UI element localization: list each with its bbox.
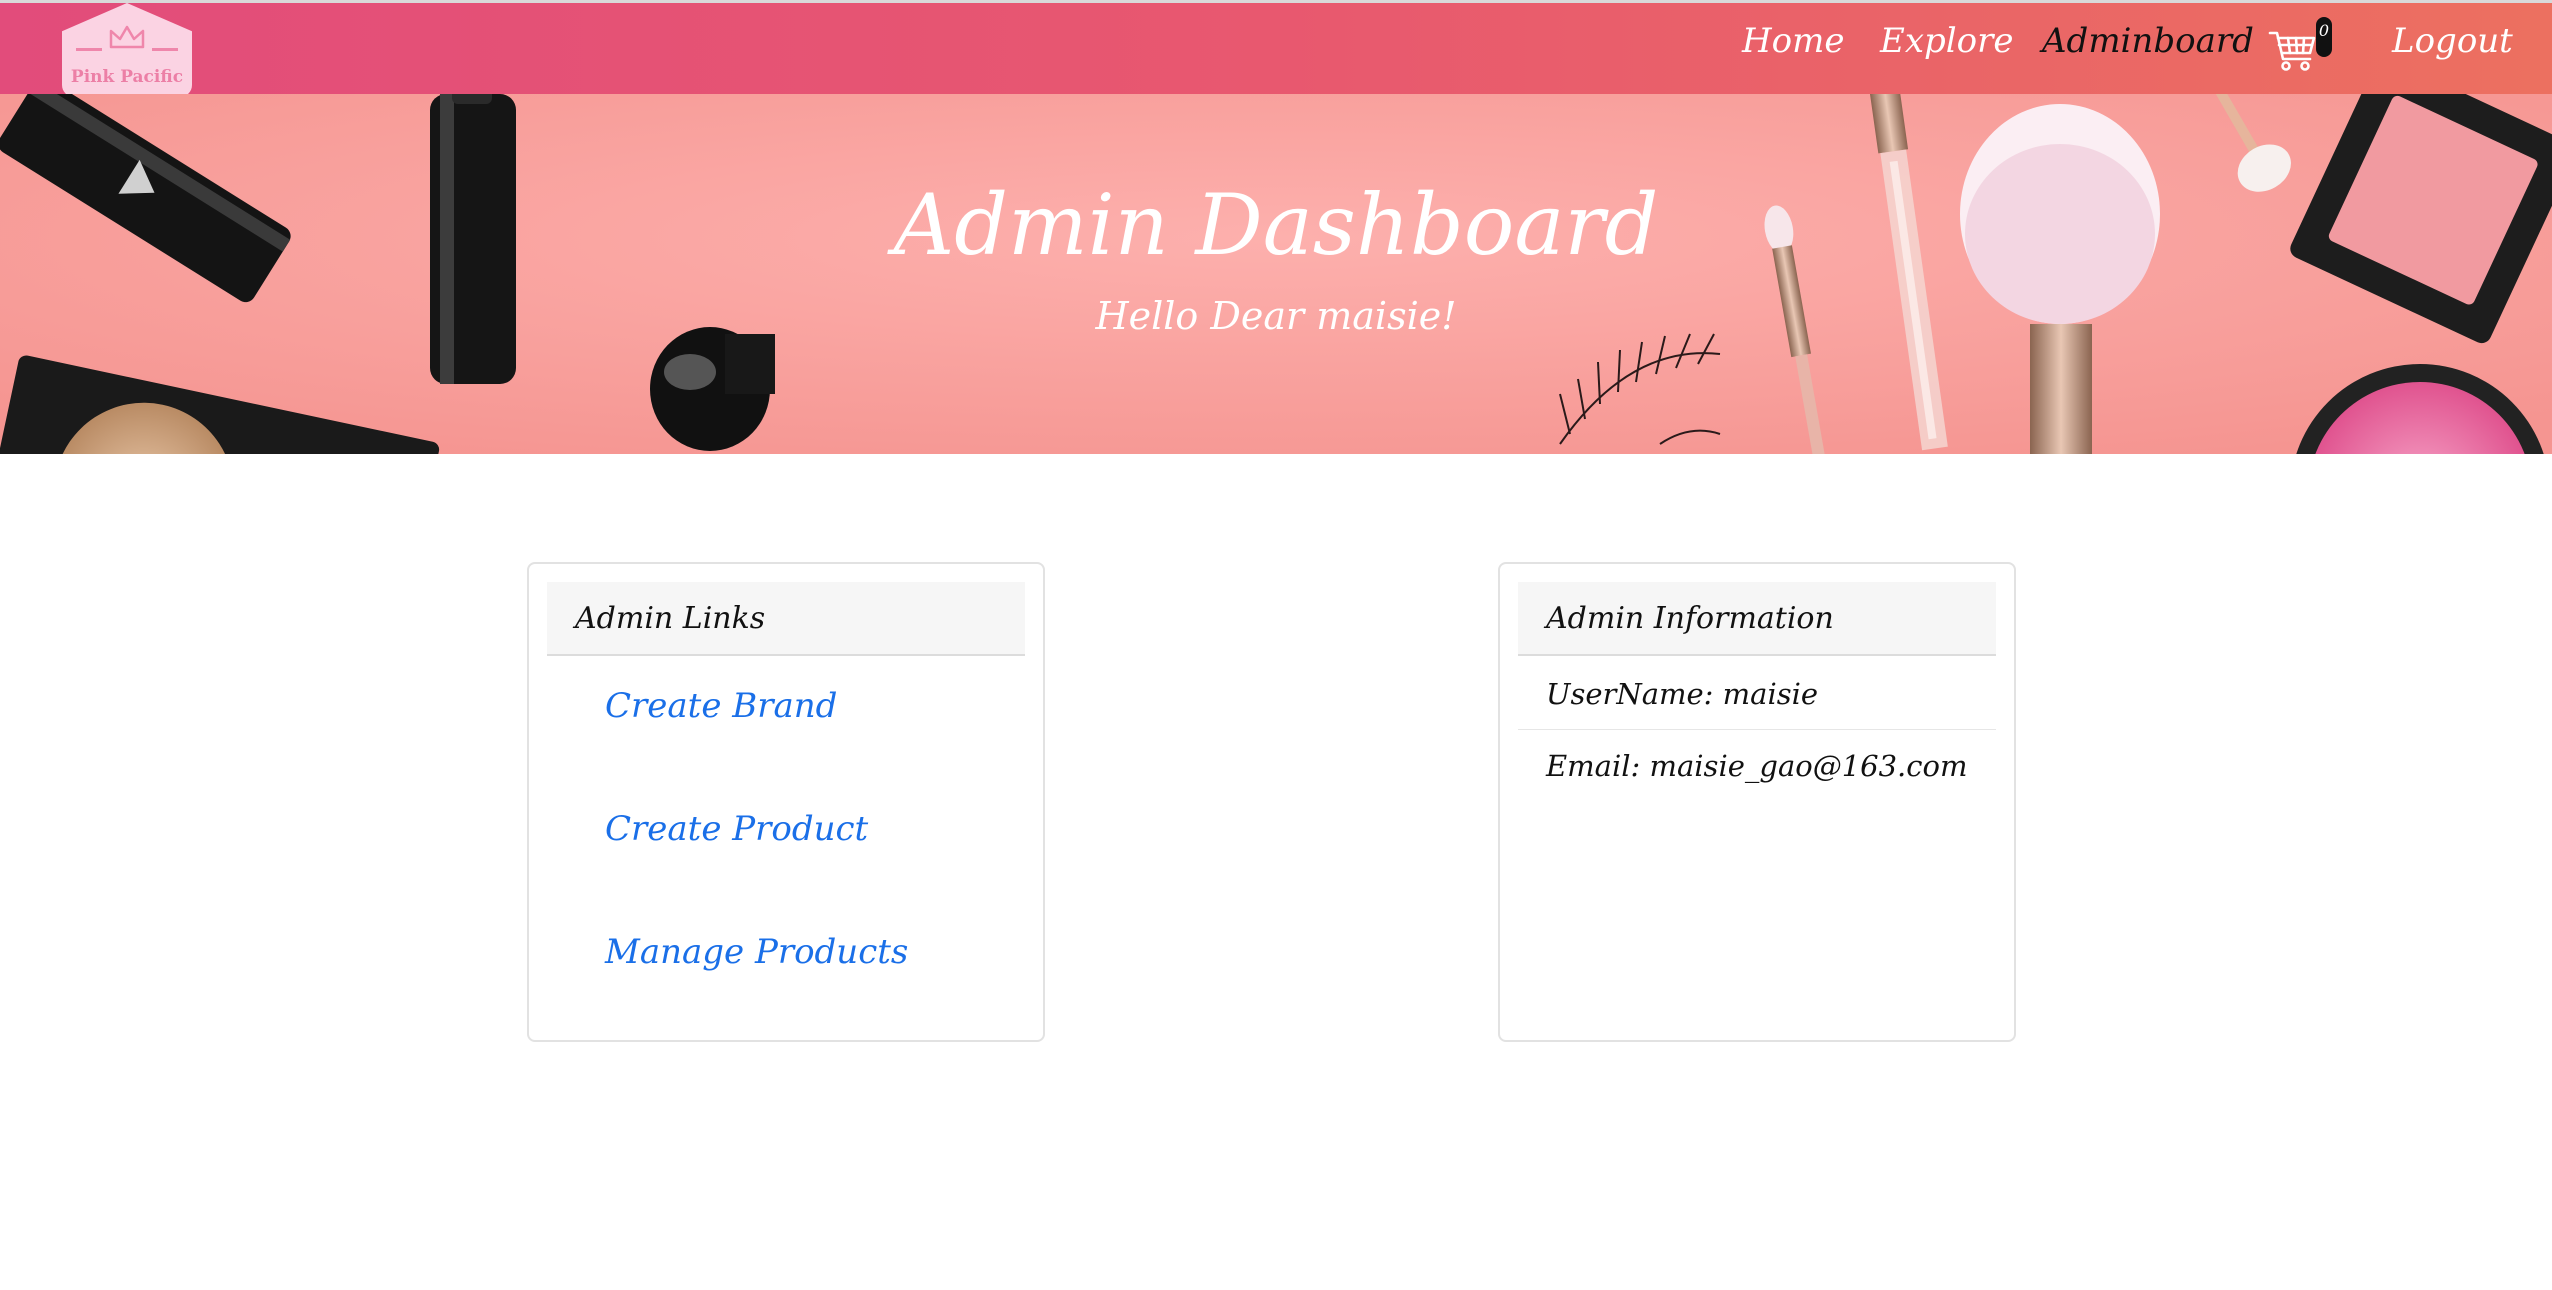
greeting-subtitle: Hello Dear maisie! <box>1095 294 1457 338</box>
logo-dash-left <box>76 48 102 51</box>
admin-information-header: Admin Information <box>1518 582 1996 656</box>
logo-dash-right <box>152 48 178 51</box>
crown-icon <box>109 25 145 49</box>
pink-pacific-logo[interactable]: Pink Pacific <box>62 3 192 97</box>
hero-banner: Admin Dashboard Hello Dear maisie! <box>0 94 2552 454</box>
nav-adminboard-link[interactable]: Adminboard <box>2042 21 2254 61</box>
nav-logout-link[interactable]: Logout <box>2392 21 2513 61</box>
admin-links-card: Admin Links Create Brand Create Product … <box>527 562 1045 1042</box>
admin-information-card: Admin Information UserName: maisie Email… <box>1498 562 2016 1042</box>
page-title: Admin Dashboard <box>893 176 1659 274</box>
nav-explore-link[interactable]: Explore <box>1880 21 2013 61</box>
logo-text: Pink Pacific <box>70 67 184 87</box>
cart-count-badge: 0 <box>2316 17 2332 57</box>
nav-home-link[interactable]: Home <box>1742 21 1844 61</box>
create-product-link[interactable]: Create Product <box>605 809 868 849</box>
username-row: UserName: maisie <box>1518 658 1996 730</box>
shopping-cart-icon[interactable] <box>2268 25 2318 75</box>
manage-products-link[interactable]: Manage Products <box>605 932 908 972</box>
navbar: Pink Pacific Home Explore Adminboard 0 L… <box>0 0 2552 97</box>
makeup-background-image <box>0 94 2552 454</box>
admin-links-header: Admin Links <box>547 582 1025 656</box>
create-brand-link[interactable]: Create Brand <box>605 686 837 726</box>
email-row: Email: maisie_gao@163.com <box>1546 749 1968 783</box>
